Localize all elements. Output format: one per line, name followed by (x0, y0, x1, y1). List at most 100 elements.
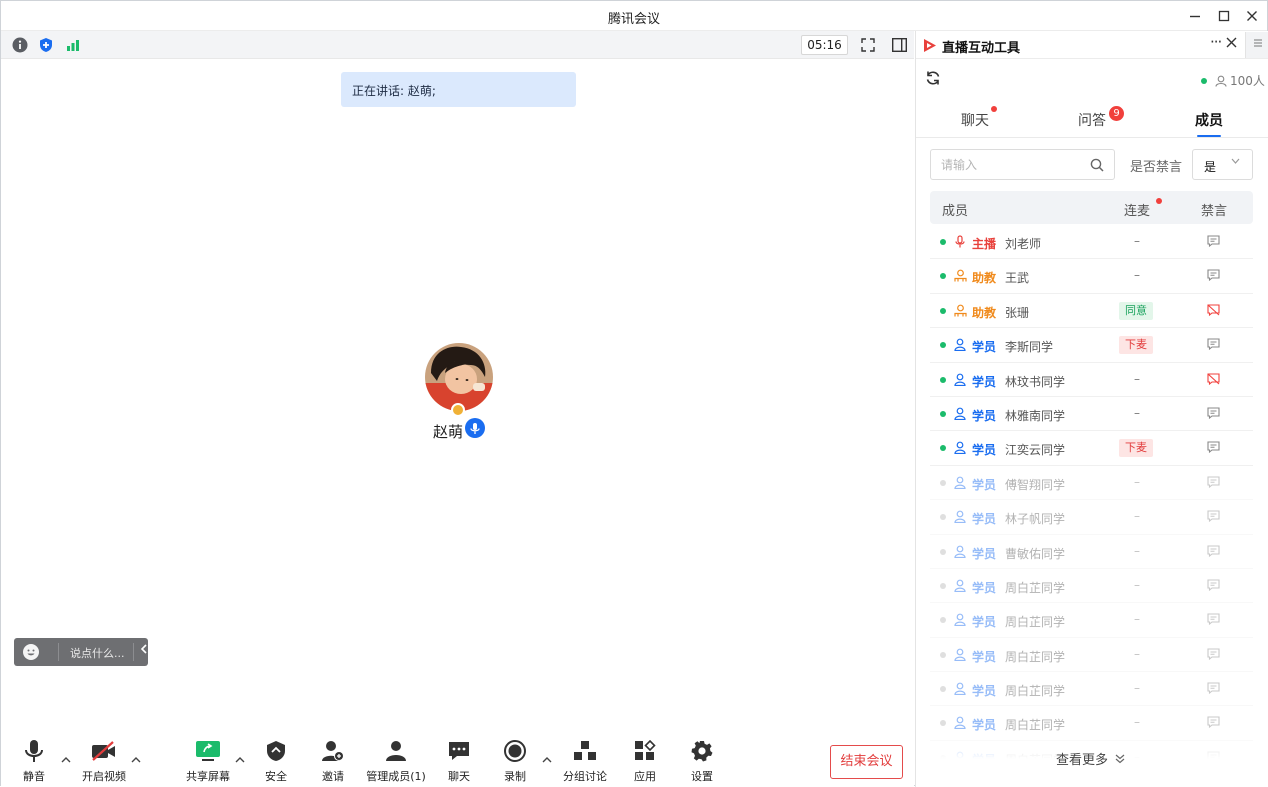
approve-link-mic-button[interactable]: 同意 (1119, 301, 1153, 320)
member-row[interactable]: 学员周白芷同学 – (930, 603, 1253, 638)
role-icon (954, 682, 966, 698)
member-row[interactable]: 助教 王武 – (930, 259, 1253, 294)
user-icon (954, 510, 966, 524)
mute-toggle-button[interactable] (1207, 510, 1220, 525)
tab-members[interactable]: 成员 (1195, 110, 1223, 130)
mute-toggle-button[interactable] (1207, 304, 1220, 319)
end-meeting-button[interactable]: 结束会议 (830, 745, 903, 779)
member-search[interactable] (930, 149, 1115, 180)
role-icon (954, 304, 967, 320)
member-role: 学员 (972, 684, 997, 699)
video-options-chevron-icon[interactable] (131, 754, 141, 767)
tab-chat[interactable]: 聊天 (961, 110, 989, 130)
mute-label: 静音 (23, 770, 45, 783)
breakout-rooms-button[interactable]: 分组讨论 (562, 737, 608, 785)
member-row[interactable]: 主播 刘老师 – (930, 225, 1253, 260)
search-icon[interactable] (1090, 157, 1104, 176)
mute-toggle-button[interactable] (1207, 544, 1220, 560)
chat-bubble-icon (1207, 510, 1220, 523)
mute-toggle-button[interactable] (1207, 373, 1220, 388)
member-row[interactable]: 学员 曹敏佑同学 – (930, 535, 1253, 569)
assistant-icon (954, 269, 967, 282)
mute-toggle-button[interactable] (1207, 648, 1220, 663)
toggle-sidebar-button[interactable] (890, 36, 908, 54)
mute-toggle-button[interactable] (1207, 579, 1220, 594)
share-screen-button[interactable]: 共享屏幕 (185, 737, 231, 785)
link-mic-status: – (1134, 681, 1140, 696)
member-name: 傅智翔同学 (1005, 477, 1066, 492)
collapse-chevron-icon[interactable] (140, 643, 148, 659)
window-title: 腾讯会议 (607, 12, 660, 27)
member-row[interactable]: 学员 林玟书同学 – (930, 363, 1253, 397)
link-mic-status: – (1134, 646, 1140, 661)
chat-input-placeholder[interactable]: 说点什么... (70, 645, 125, 661)
mute-toggle-button[interactable] (1207, 476, 1220, 491)
security-status-button[interactable] (37, 36, 55, 54)
maximize-button[interactable] (1213, 5, 1235, 27)
quick-chat-bar[interactable]: 说点什么... (14, 638, 148, 666)
apps-button[interactable]: 应用 (628, 737, 662, 785)
close-panel-button[interactable] (1226, 36, 1237, 52)
mute-toggle-button[interactable] (1207, 613, 1220, 628)
role-icon (954, 613, 966, 629)
member-row[interactable]: 学员周白芷同学 – (930, 569, 1253, 604)
fullscreen-button[interactable] (859, 36, 877, 54)
participant-avatar[interactable] (425, 343, 493, 411)
member-row[interactable]: 学员周白芷同学 – (930, 672, 1253, 707)
share-options-chevron-icon[interactable] (235, 754, 245, 767)
link-mic-request-dot (1156, 198, 1162, 204)
member-list: 主播 刘老师 – 助教 王武 – 助教 张珊 同意 学员 李斯同学 下麦 学员 林玟书同学 – 学员 林雅南同学… (930, 225, 1253, 765)
member-row[interactable]: 学员 林子帆同学 – (930, 500, 1253, 535)
search-input[interactable] (941, 156, 1081, 174)
see-more-button[interactable]: 查看更多 (1056, 749, 1125, 768)
settings-button[interactable]: 设置 (685, 737, 719, 785)
network-signal-button[interactable] (64, 36, 82, 54)
mute-toggle-button[interactable] (1207, 235, 1220, 250)
security-label: 安全 (265, 770, 287, 783)
mute-toggle-button[interactable] (1207, 682, 1220, 697)
chat-unread-dot (991, 106, 997, 112)
member-role: 学员 (972, 615, 997, 630)
close-window-button[interactable] (1241, 5, 1263, 27)
chat-bubble-icon (1207, 476, 1220, 488)
mute-toggle-button[interactable] (1207, 716, 1220, 731)
mute-toggle-button[interactable] (1207, 441, 1220, 456)
member-row[interactable]: 学员 林雅南同学 – (930, 397, 1253, 432)
refresh-button[interactable] (925, 70, 941, 90)
member-name: 周白芷同学 (1005, 649, 1066, 664)
end-link-mic-button[interactable]: 下麦 (1119, 439, 1153, 458)
mute-toggle-button[interactable] (1207, 407, 1220, 422)
panel-menu-button[interactable] (1245, 32, 1268, 58)
chat-button[interactable]: 聊天 (442, 737, 476, 785)
more-options-icon[interactable]: ··· (1210, 33, 1222, 51)
record-options-chevron-icon[interactable] (542, 754, 552, 767)
active-tab-indicator (1197, 135, 1221, 137)
member-row[interactable]: 学员 江奕云同学 下麦 (930, 431, 1253, 466)
end-link-mic-button[interactable]: 下麦 (1119, 336, 1153, 355)
member-row[interactable]: 助教 张珊 同意 (930, 294, 1253, 329)
mute-button[interactable]: 静音 (15, 737, 53, 785)
audio-options-chevron-icon[interactable] (61, 754, 71, 767)
emoji-icon[interactable] (23, 644, 39, 660)
mute-toggle-button[interactable] (1207, 338, 1220, 353)
user-icon (954, 441, 966, 455)
mute-toggle-button[interactable] (1207, 269, 1220, 284)
meeting-info-button[interactable] (11, 36, 29, 54)
start-video-button[interactable]: 开启视频 (79, 737, 129, 785)
member-row[interactable]: 学员周白芷同学 – (930, 638, 1253, 673)
chat-bubble-icon (1207, 338, 1220, 351)
presence-dot (940, 342, 946, 349)
record-button[interactable]: 录制 (498, 737, 532, 785)
mute-filter-select[interactable]: 是 (1192, 149, 1253, 180)
member-role: 助教 (972, 305, 997, 320)
manage-members-button[interactable]: 管理成员(1) (365, 737, 427, 785)
member-row[interactable]: 学员 李斯同学 下麦 (930, 328, 1253, 363)
member-row[interactable]: 学员 傅智翔同学 – (930, 466, 1253, 501)
tab-qa[interactable]: 问答 (1078, 110, 1106, 130)
role-icon (954, 441, 966, 457)
security-button[interactable]: 安全 (259, 737, 293, 785)
member-role: 学员 (972, 443, 997, 458)
minimize-button[interactable] (1184, 5, 1206, 27)
share-label: 共享屏幕 (186, 770, 230, 783)
invite-button[interactable]: 邀请 (316, 737, 350, 785)
